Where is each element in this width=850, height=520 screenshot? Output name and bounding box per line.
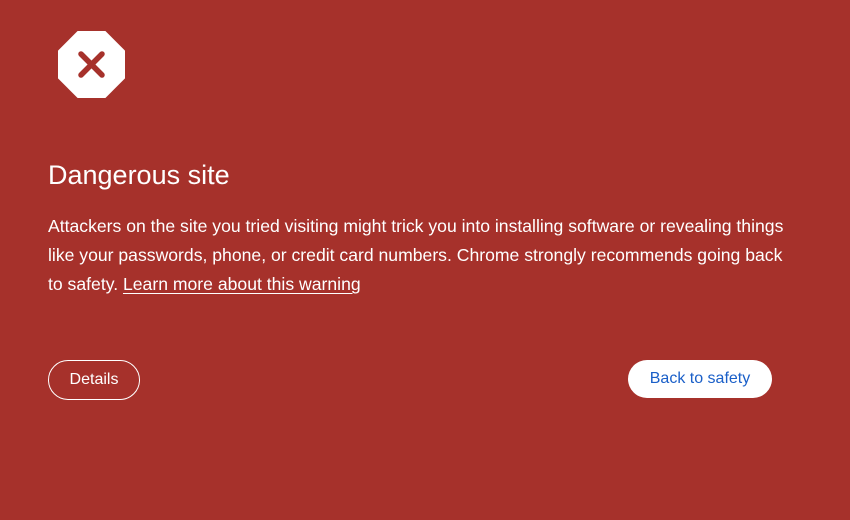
danger-octagon-x-icon: [58, 31, 125, 98]
details-button[interactable]: Details: [48, 360, 140, 400]
learn-more-link[interactable]: Learn more about this warning: [123, 274, 361, 294]
page-title: Dangerous site: [48, 160, 230, 190]
back-to-safety-button[interactable]: Back to safety: [628, 360, 772, 398]
warning-description: Attackers on the site you tried visiting…: [48, 212, 788, 299]
